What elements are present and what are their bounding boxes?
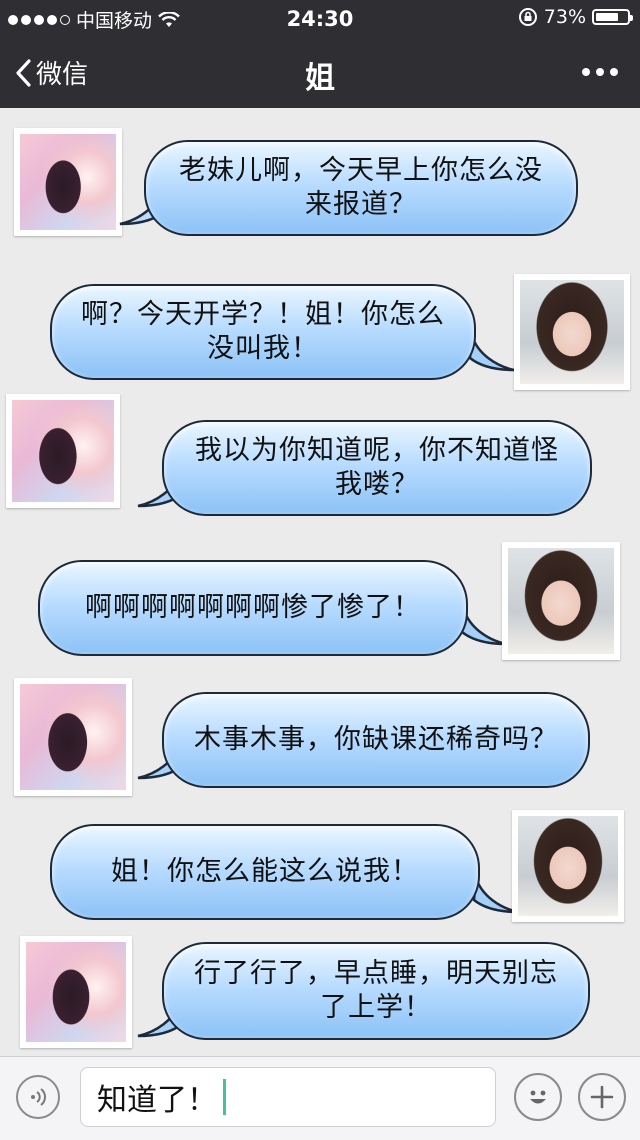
battery-icon	[592, 9, 633, 25]
message-bubble[interactable]: 行了行了，早点睡，明天别忘了上学！	[162, 942, 590, 1040]
sister-avatar[interactable]	[6, 394, 120, 508]
my-avatar[interactable]	[512, 810, 624, 922]
more-button[interactable]	[582, 68, 618, 76]
message-text: 啊？今天开学？！姐！你怎么没叫我！	[81, 299, 445, 364]
message-text: 行了行了，早点睡，明天别忘了上学！	[194, 958, 558, 1023]
voice-button[interactable]	[16, 1075, 60, 1119]
message-bubble[interactable]: 啊？今天开学？！姐！你怎么没叫我！	[50, 284, 476, 380]
message-text: 我以为你知道呢，你不知道怪我喽？	[195, 435, 559, 500]
text-caret	[223, 1079, 226, 1115]
emoji-button[interactable]	[514, 1073, 562, 1121]
battery-percent: 73%	[543, 6, 586, 28]
message-text: 老妹儿啊，今天早上你怎么没来报道？	[179, 155, 543, 220]
status-bar: 中国移动 24:30 73%	[0, 0, 640, 36]
voice-icon	[31, 1088, 46, 1106]
more-dots-icon	[582, 68, 618, 76]
input-bar: 知道了！	[0, 1056, 640, 1140]
message-bubble[interactable]: 木事木事，你缺课还稀奇吗？	[162, 692, 590, 788]
message-bubble[interactable]: 啊啊啊啊啊啊啊惨了惨了！	[38, 560, 468, 656]
plus-icon	[590, 1085, 614, 1109]
sister-avatar[interactable]	[14, 678, 132, 796]
plus-button[interactable]	[578, 1073, 626, 1121]
my-avatar[interactable]	[514, 274, 630, 390]
message-text: 啊啊啊啊啊啊啊惨了惨了！	[85, 592, 421, 623]
nav-bar: 微信 姐	[0, 36, 640, 108]
message-input[interactable]: 知道了！	[80, 1067, 496, 1127]
sister-avatar[interactable]	[20, 936, 132, 1048]
my-avatar[interactable]	[502, 542, 620, 660]
message-text: 木事木事，你缺课还稀奇吗？	[194, 724, 558, 755]
chat-title: 姐	[305, 61, 335, 96]
message-text: 姐！你怎么能这么说我！	[111, 856, 419, 887]
chat-area[interactable]: 老妹儿啊，今天早上你怎么没来报道？ 啊？今天开学？！姐！你怎么没叫我！ 我以为你…	[0, 108, 640, 1056]
message-bubble[interactable]: 老妹儿啊，今天早上你怎么没来报道？	[144, 140, 578, 236]
message-bubble[interactable]: 姐！你怎么能这么说我！	[50, 824, 480, 920]
sister-avatar[interactable]	[14, 128, 122, 236]
rotation-lock-icon	[518, 8, 537, 26]
message-input-text: 知道了！	[97, 1083, 217, 1118]
emoji-icon	[530, 1090, 546, 1104]
status-right: 73%	[518, 6, 633, 28]
message-bubble[interactable]: 我以为你知道呢，你不知道怪我喽？	[162, 420, 592, 516]
